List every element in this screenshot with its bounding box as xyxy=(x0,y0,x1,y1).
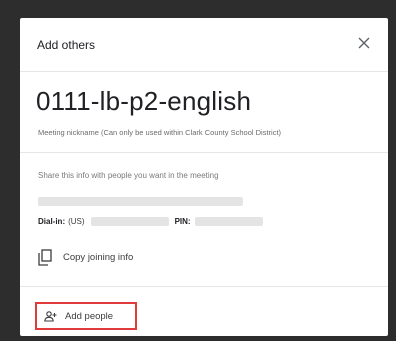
share-section: Share this info with people you want in … xyxy=(20,153,388,287)
meeting-name: 0111-lb-p2-english xyxy=(36,86,252,116)
dial-in-country: (US) xyxy=(68,216,85,226)
meeting-nickname-note: Meeting nickname (Can only be used withi… xyxy=(38,128,282,137)
add-people-section: Add people xyxy=(20,287,388,336)
add-people-label: Add people xyxy=(65,310,114,322)
meeting-name-section: 0111-lb-p2-english Meeting nickname (Can… xyxy=(20,72,388,153)
redacted-phone-number xyxy=(90,216,169,226)
dialog-title: Add others xyxy=(37,38,96,52)
copy-icon xyxy=(38,248,52,266)
close-icon xyxy=(358,37,370,49)
pin-label: PIN: xyxy=(174,216,191,226)
add-people-button[interactable]: Add people xyxy=(35,302,137,330)
dial-in-row: Dial-in: (US) PIN: xyxy=(38,215,263,227)
dial-in-label: Dial-in: xyxy=(38,216,66,226)
redacted-pin xyxy=(194,216,263,226)
add-others-dialog: Add others 0111-lb-p2-english Meeting ni… xyxy=(20,18,388,336)
add-person-icon xyxy=(44,310,57,322)
redacted-meeting-link xyxy=(38,197,243,206)
copy-joining-info-button[interactable]: Copy joining info xyxy=(38,247,133,267)
close-button[interactable] xyxy=(354,33,374,53)
dialog-header: Add others xyxy=(20,18,388,72)
share-info-text: Share this info with people you want in … xyxy=(38,171,219,180)
copy-joining-info-label: Copy joining info xyxy=(63,251,134,263)
